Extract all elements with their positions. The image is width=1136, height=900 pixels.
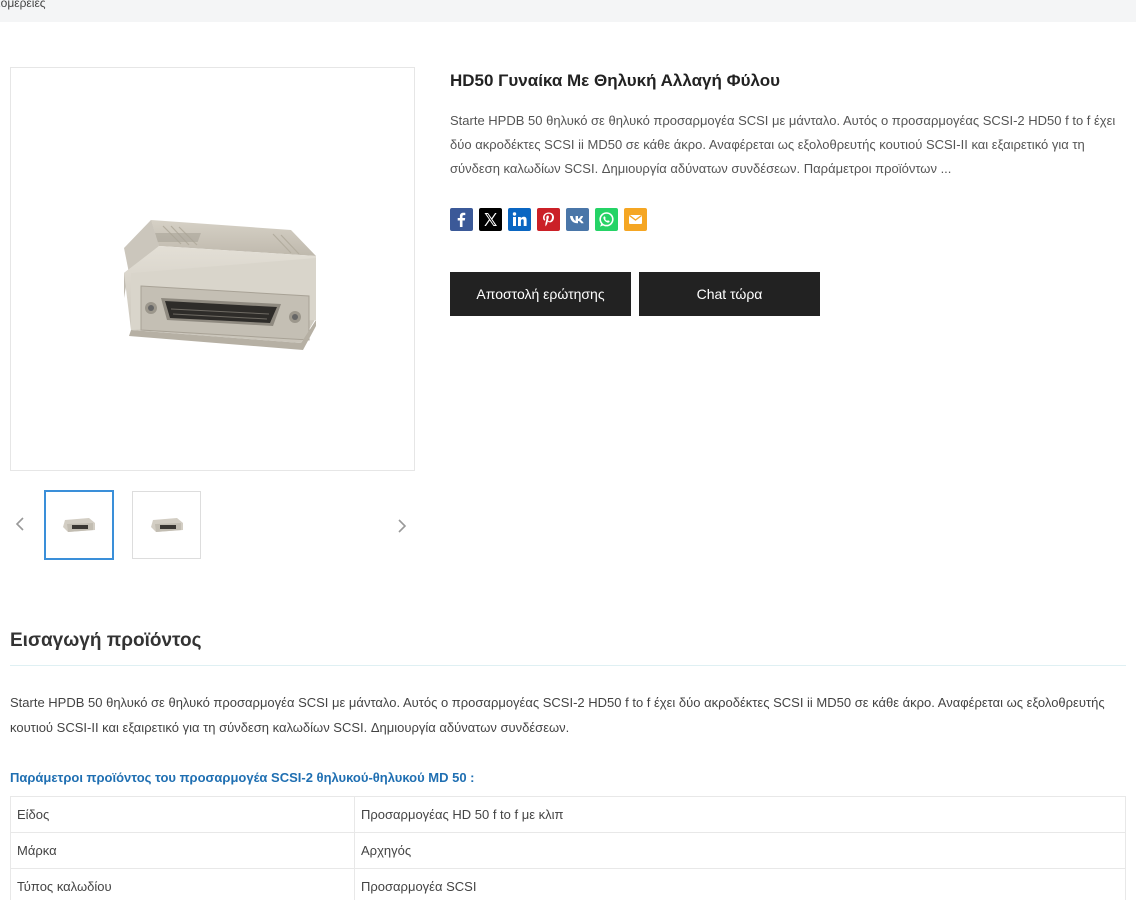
chevron-right-icon (398, 519, 407, 533)
param-key: Τύπος καλωδίου (10, 868, 355, 900)
vk-icon (570, 216, 584, 224)
facebook-share-button[interactable] (450, 208, 473, 231)
table-row: Είδος Προσαρμογέας HD 50 f to f με κλιπ (10, 796, 1126, 833)
whatsapp-icon (599, 212, 614, 227)
thumbnail-2[interactable] (132, 491, 201, 559)
param-value: Προσαρμογέας HD 50 f to f με κλιπ (354, 796, 1126, 833)
product-main-image[interactable] (10, 67, 415, 471)
thumbnail-prev-button[interactable] (12, 512, 28, 536)
param-value: Προσαρμογέα SCSI (354, 868, 1126, 900)
pinterest-icon (543, 212, 554, 227)
thumbnail-1[interactable] (44, 490, 114, 560)
breadcrumb-current[interactable]: ιομέρειες (0, 0, 46, 10)
email-icon (629, 214, 642, 224)
product-summary: Starte HPDB 50 θηλυκό σε θηλυκό προσαρμο… (450, 113, 1116, 176)
chevron-left-icon (15, 517, 24, 531)
section-divider (10, 665, 1126, 666)
facebook-icon (457, 212, 466, 227)
vk-share-button[interactable] (566, 208, 589, 231)
param-key: Μάρκα (10, 832, 355, 869)
linkedin-share-button[interactable] (508, 208, 531, 231)
parameters-table: Είδος Προσαρμογέας HD 50 f to f με κλιπ … (10, 796, 1126, 900)
linkedin-icon (512, 212, 527, 226)
pinterest-share-button[interactable] (537, 208, 560, 231)
x-icon (484, 213, 497, 226)
introduction-heading: Εισαγωγή προϊόντος (10, 630, 202, 651)
parameters-heading: Παράμετροι προϊόντος του προσαρμογέα SCS… (10, 770, 475, 785)
table-row: Μάρκα Αρχηγός (10, 832, 1126, 869)
x-share-button[interactable] (479, 208, 502, 231)
email-share-button[interactable] (624, 208, 647, 231)
thumbnail-next-button[interactable] (394, 514, 410, 538)
send-inquiry-button[interactable]: Αποστολή ερώτησης (450, 272, 631, 316)
scsi-adapter-photo-2 (150, 518, 183, 532)
product-title: HD50 Γυναίκα Με Θηλυκή Αλλαγή Φύλου (450, 71, 780, 90)
breadcrumb: ιομέρειες (0, 0, 1136, 22)
scsi-adapter-photo-1 (63, 518, 95, 532)
chat-now-button[interactable]: Chat τώρα (639, 272, 820, 316)
param-value: Αρχηγός (354, 832, 1126, 869)
table-row: Τύπος καλωδίου Προσαρμογέα SCSI (10, 868, 1126, 900)
introduction-text: Starte HPDB 50 θηλυκό σε θηλυκό προσαρμο… (10, 695, 1105, 735)
scsi-adapter-photo (124, 220, 316, 350)
param-key: Είδος (10, 796, 355, 833)
whatsapp-share-button[interactable] (595, 208, 618, 231)
